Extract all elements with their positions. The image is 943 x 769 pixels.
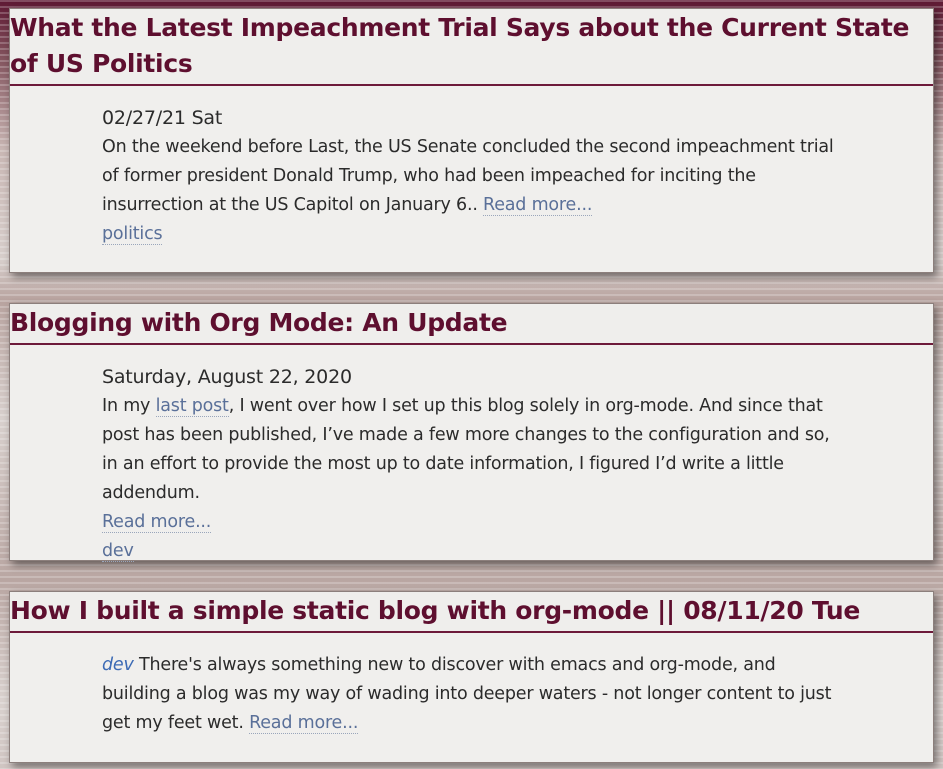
post-body: Saturday, August 22, 2020 In my last pos… bbox=[102, 345, 842, 576]
post-tags: dev bbox=[102, 537, 842, 566]
post-card: Blogging with Org Mode: An Update Saturd… bbox=[9, 303, 934, 562]
post-date: Saturday, August 22, 2020 bbox=[102, 366, 352, 388]
tag-link[interactable]: politics bbox=[102, 224, 163, 245]
post-title[interactable]: How I built a simple static blog with or… bbox=[10, 592, 933, 633]
read-more-link[interactable]: Read more... bbox=[249, 713, 358, 734]
tag-link[interactable]: dev bbox=[102, 655, 134, 675]
tag-link[interactable]: dev bbox=[102, 541, 134, 562]
excerpt-text: In my bbox=[102, 396, 156, 416]
post-title[interactable]: Blogging with Org Mode: An Update bbox=[10, 304, 933, 345]
post-date: 02/27/21 Sat bbox=[102, 107, 223, 129]
post-excerpt: dev There's always something new to disc… bbox=[102, 651, 842, 738]
read-more-link[interactable]: Read more... bbox=[102, 512, 211, 533]
post-body: dev There's always something new to disc… bbox=[102, 633, 842, 748]
post-body: 02/27/21 Sat On the weekend before Last,… bbox=[102, 86, 842, 259]
post-title[interactable]: What the Latest Impeachment Trial Says a… bbox=[10, 9, 933, 86]
post-card: What the Latest Impeachment Trial Says a… bbox=[9, 8, 934, 273]
post-card: How I built a simple static blog with or… bbox=[9, 591, 934, 763]
post-excerpt: In my last post, I went over how I set u… bbox=[102, 392, 842, 508]
excerpt-text: There's always something new to discover… bbox=[102, 655, 832, 733]
read-more-row: Read more... bbox=[102, 508, 842, 537]
post-tags: politics bbox=[102, 220, 842, 249]
post-excerpt: On the weekend before Last, the US Senat… bbox=[102, 133, 842, 220]
excerpt-text: On the weekend before Last, the US Senat… bbox=[102, 137, 834, 215]
last-post-link[interactable]: last post bbox=[155, 396, 229, 417]
read-more-link[interactable]: Read more... bbox=[483, 195, 592, 216]
